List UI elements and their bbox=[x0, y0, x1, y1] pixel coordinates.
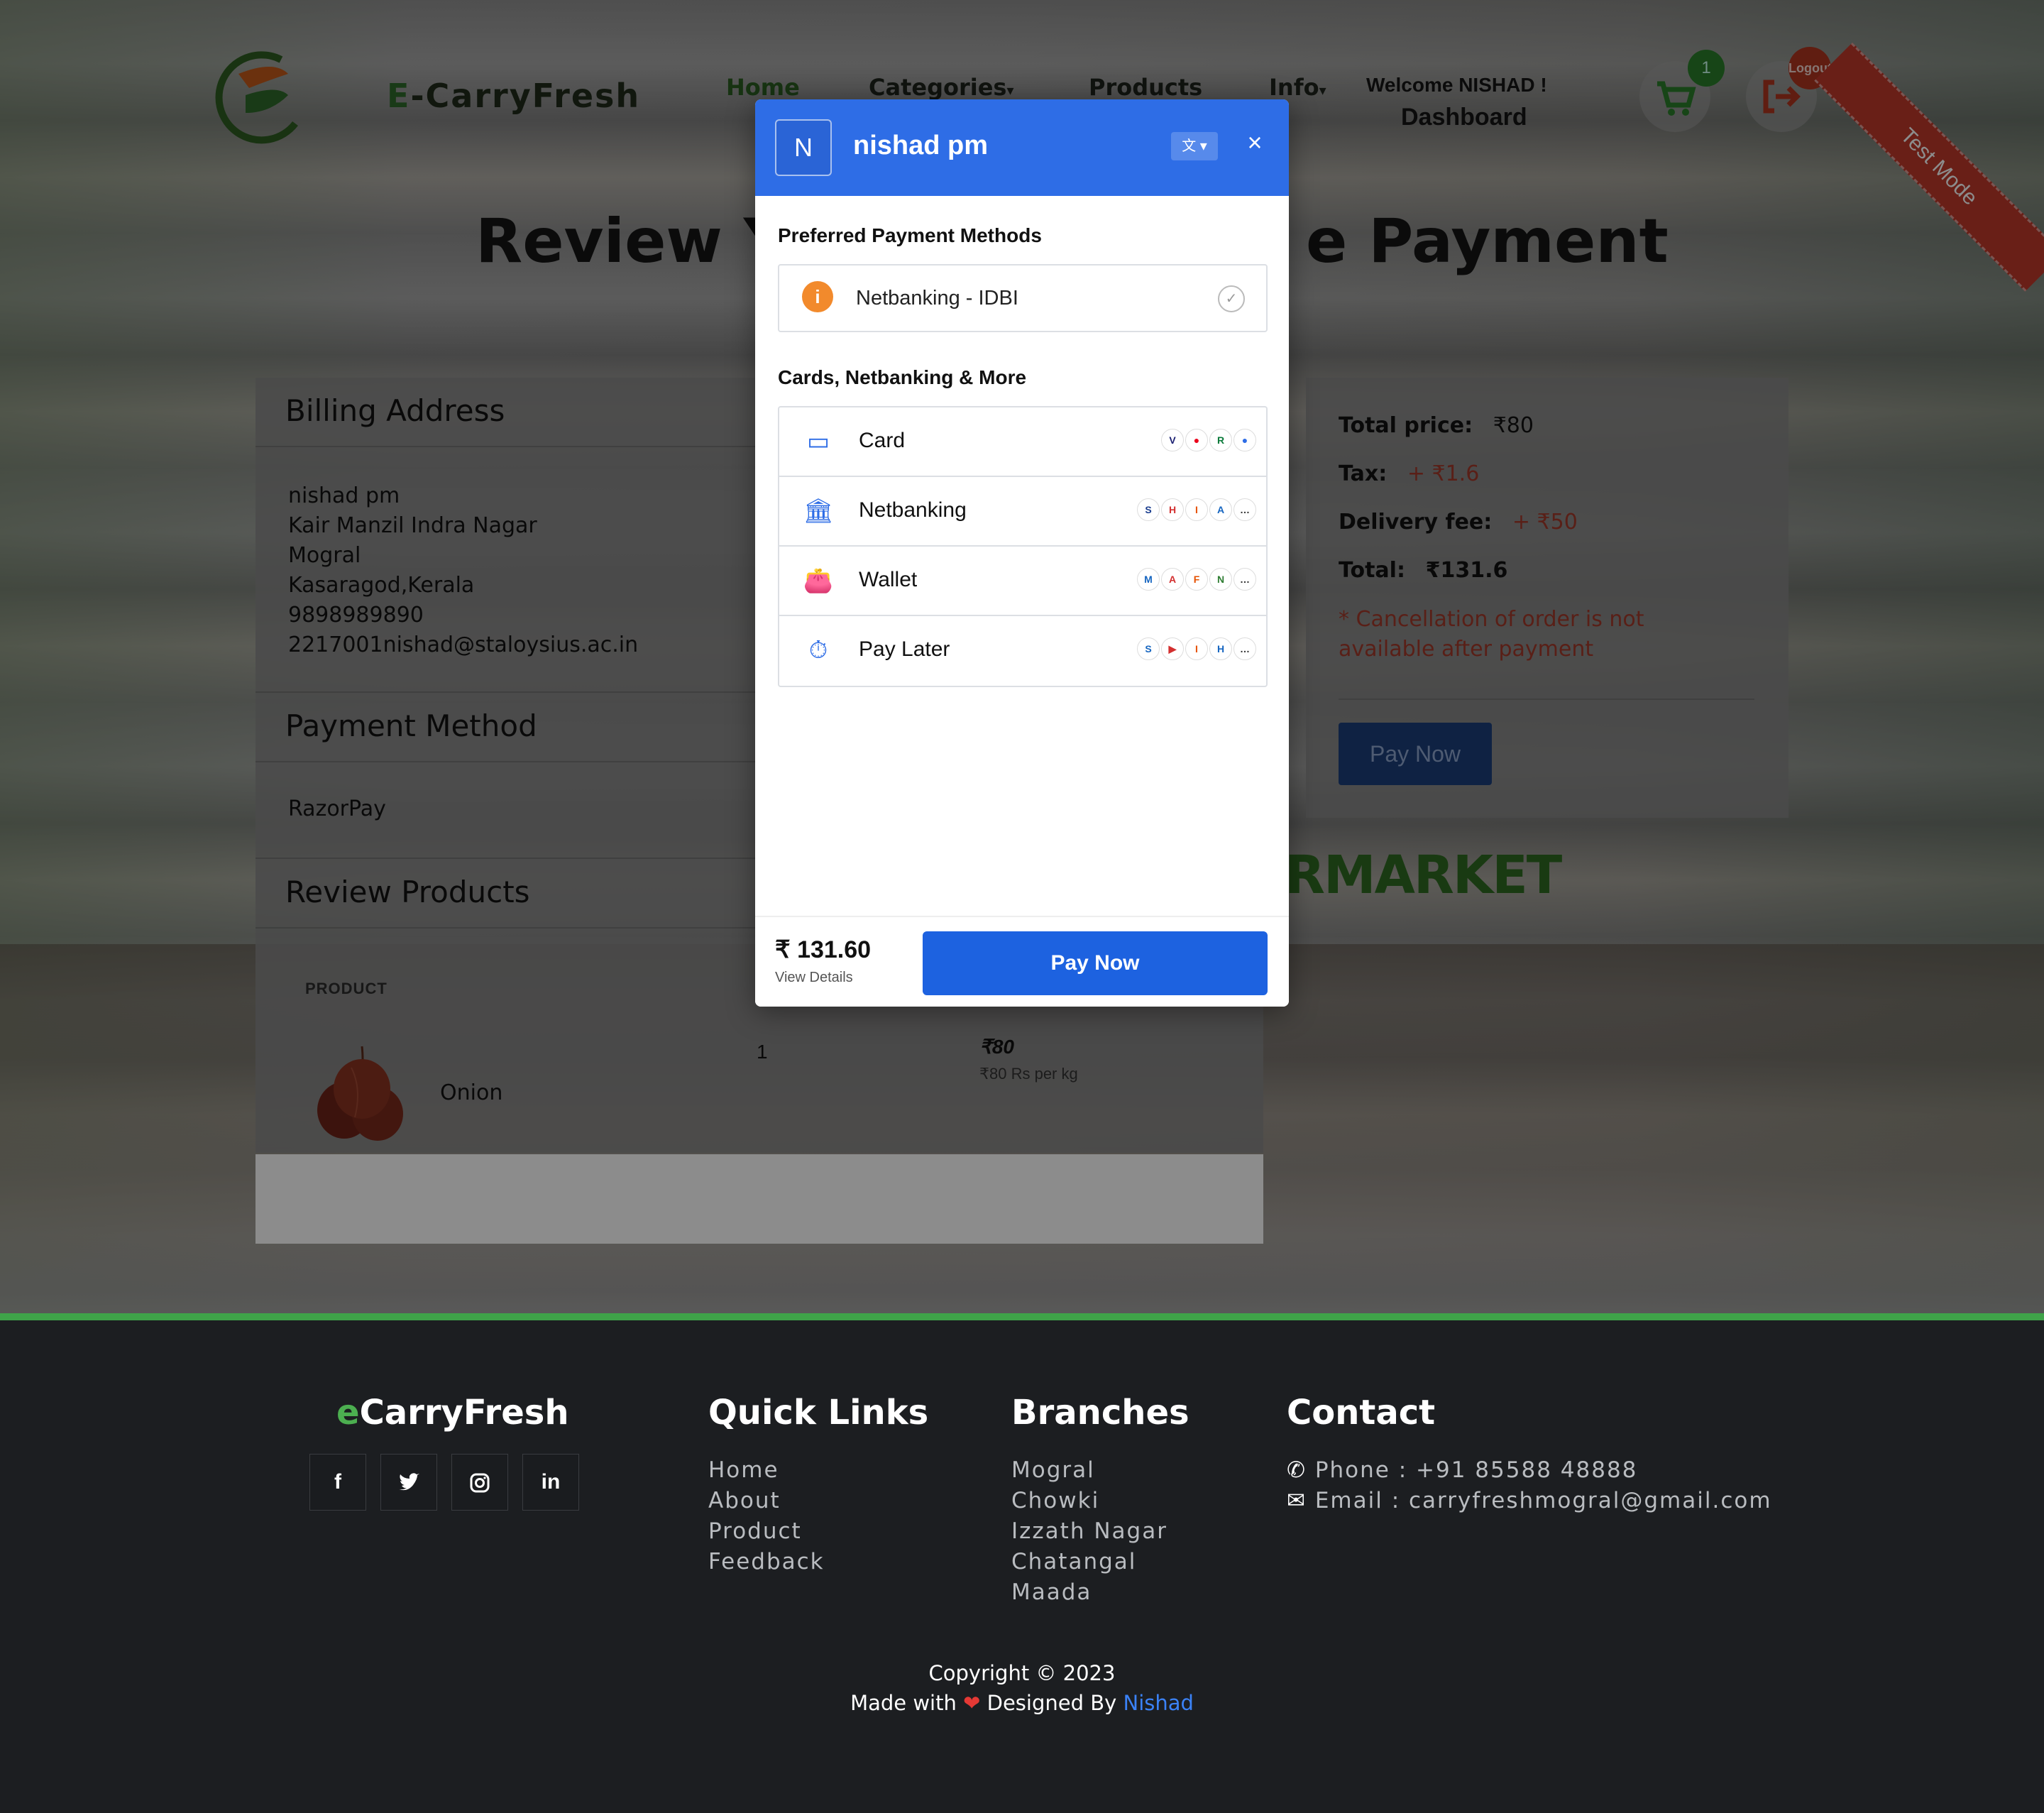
more-methods-heading: Cards, Netbanking & More bbox=[778, 366, 1027, 388]
simpl-icon: S bbox=[1137, 637, 1160, 660]
more-icon: … bbox=[1233, 637, 1256, 660]
footer-brand: eCarryFresh bbox=[336, 1393, 569, 1433]
merchant-avatar: N bbox=[775, 119, 832, 176]
jio-icon: N bbox=[1209, 568, 1232, 591]
wallet-icon: 👛 bbox=[803, 567, 834, 594]
translate-icon[interactable]: 文 ▾ bbox=[1171, 132, 1218, 160]
airtel-icon: A bbox=[1161, 568, 1184, 591]
wallet-logos: M A F N … bbox=[1137, 568, 1256, 593]
axis-icon: A bbox=[1209, 498, 1232, 521]
close-icon[interactable]: × bbox=[1241, 128, 1269, 158]
more-icon: … bbox=[1233, 498, 1256, 521]
method-label: Pay Later bbox=[859, 637, 950, 661]
contact-phone: ✆ Phone : +91 85588 48888 bbox=[1287, 1455, 1772, 1486]
check-circle-icon: ✓ bbox=[1218, 285, 1245, 312]
bank-icon: 🏛 bbox=[803, 498, 834, 525]
payment-methods-list: ▭ Card V ● R ● 🏛 Netbanking S H I A … 👛 … bbox=[778, 406, 1268, 687]
hdfc-icon: H bbox=[1161, 498, 1184, 521]
email-text: Email : carryfreshmogral@gmail.com bbox=[1314, 1488, 1772, 1513]
branch-item: Chowki bbox=[1011, 1488, 1100, 1513]
designer-link[interactable]: Nishad bbox=[1123, 1691, 1194, 1715]
method-label: Netbanking bbox=[859, 498, 967, 522]
instagram-icon[interactable] bbox=[451, 1454, 508, 1511]
bank-logos: S H I A … bbox=[1137, 498, 1256, 524]
paylater-icon: ⏱ bbox=[808, 637, 828, 664]
envelope-icon: ✉ bbox=[1287, 1488, 1307, 1513]
icici-icon: I bbox=[1185, 498, 1208, 521]
footer-link-about[interactable]: About bbox=[708, 1486, 825, 1516]
preferred-method-label: Netbanking - IDBI bbox=[856, 287, 1018, 310]
method-netbanking[interactable]: 🏛 Netbanking S H I A … bbox=[779, 477, 1266, 547]
branch-item: Mogral bbox=[1011, 1457, 1095, 1483]
footer-brand-rest: CarryFresh bbox=[359, 1393, 569, 1433]
copyright: Copyright © 2023 bbox=[928, 1661, 1116, 1685]
branch-item: Izzath Nagar bbox=[1011, 1518, 1167, 1544]
freecharge-icon: F bbox=[1185, 568, 1208, 591]
mastercard-icon: ● bbox=[1185, 429, 1208, 451]
customer-name: nishad pm bbox=[853, 131, 989, 160]
method-label: Card bbox=[859, 429, 906, 452]
mobikwik-icon: M bbox=[1137, 568, 1160, 591]
sbi-icon: S bbox=[1137, 498, 1160, 521]
rupay-icon: R bbox=[1209, 429, 1232, 451]
preferred-method-option[interactable]: i Netbanking - IDBI ✓ bbox=[778, 264, 1268, 332]
footer-brand-prefix: e bbox=[336, 1393, 360, 1433]
method-wallet[interactable]: 👛 Wallet M A F N … bbox=[779, 547, 1266, 616]
quick-links-list: Home About Product Feedback bbox=[708, 1455, 825, 1577]
twitter-icon[interactable] bbox=[380, 1454, 437, 1511]
method-card[interactable]: ▭ Card V ● R ● bbox=[779, 407, 1266, 477]
visa-icon: V bbox=[1161, 429, 1184, 451]
checkout-footer: ₹ 131.60 View Details Pay Now bbox=[755, 916, 1289, 1007]
razorpay-checkout-modal: N nishad pm 文 ▾ × Preferred Payment Meth… bbox=[755, 99, 1289, 1007]
checkout-header: N nishad pm 文 ▾ × bbox=[755, 99, 1289, 196]
credits: Made with ❤ Designed By Nishad bbox=[0, 1691, 2044, 1715]
branches-list: Mogral Chowki Izzath Nagar Chatangal Maa… bbox=[1011, 1455, 1167, 1608]
linkedin-icon[interactable]: in bbox=[522, 1454, 579, 1511]
made-with-text: Made with bbox=[850, 1691, 957, 1715]
branches-heading: Branches bbox=[1011, 1393, 1189, 1433]
contact-email: ✉ Email : carryfreshmogral@gmail.com bbox=[1287, 1486, 1772, 1516]
branch-item: Maada bbox=[1011, 1579, 1092, 1605]
footer-accent-line bbox=[0, 1313, 2044, 1320]
card-icon: ▭ bbox=[806, 428, 830, 455]
lazypay-icon: ▶ bbox=[1161, 637, 1184, 660]
footer-link-feedback[interactable]: Feedback bbox=[708, 1547, 825, 1577]
card-network-logos: V ● R ● bbox=[1161, 429, 1256, 454]
contact-heading: Contact bbox=[1287, 1393, 1436, 1433]
paylater-logos: S ▶ I H … bbox=[1137, 637, 1256, 663]
preferred-methods-heading: Preferred Payment Methods bbox=[778, 224, 1042, 246]
pay-now-button[interactable]: Pay Now bbox=[923, 931, 1268, 995]
phone-icon: ✆ bbox=[1287, 1457, 1307, 1483]
hdfc-paylater-icon: H bbox=[1209, 637, 1232, 660]
method-paylater[interactable]: ⏱ Pay Later S ▶ I H … bbox=[779, 616, 1266, 684]
view-details-link[interactable]: View Details bbox=[775, 970, 853, 986]
idbi-bank-icon: i bbox=[802, 281, 833, 312]
maestro-icon: ● bbox=[1233, 429, 1256, 451]
footer-link-home[interactable]: Home bbox=[708, 1455, 825, 1486]
contact-list: ✆ Phone : +91 85588 48888 ✉ Email : carr… bbox=[1287, 1455, 1772, 1516]
designed-by-text: Designed By bbox=[987, 1691, 1117, 1715]
footer-link-product[interactable]: Product bbox=[708, 1516, 825, 1547]
checkout-amount: ₹ 131.60 bbox=[775, 936, 872, 963]
heart-icon: ❤ bbox=[963, 1691, 981, 1715]
branch-item: Chatangal bbox=[1011, 1549, 1137, 1574]
facebook-icon[interactable]: f bbox=[309, 1454, 366, 1511]
more-icon: … bbox=[1233, 568, 1256, 591]
icici-paylater-icon: I bbox=[1185, 637, 1208, 660]
method-label: Wallet bbox=[859, 568, 918, 591]
phone-text: Phone : +91 85588 48888 bbox=[1314, 1457, 1638, 1483]
quick-links-heading: Quick Links bbox=[708, 1393, 929, 1433]
